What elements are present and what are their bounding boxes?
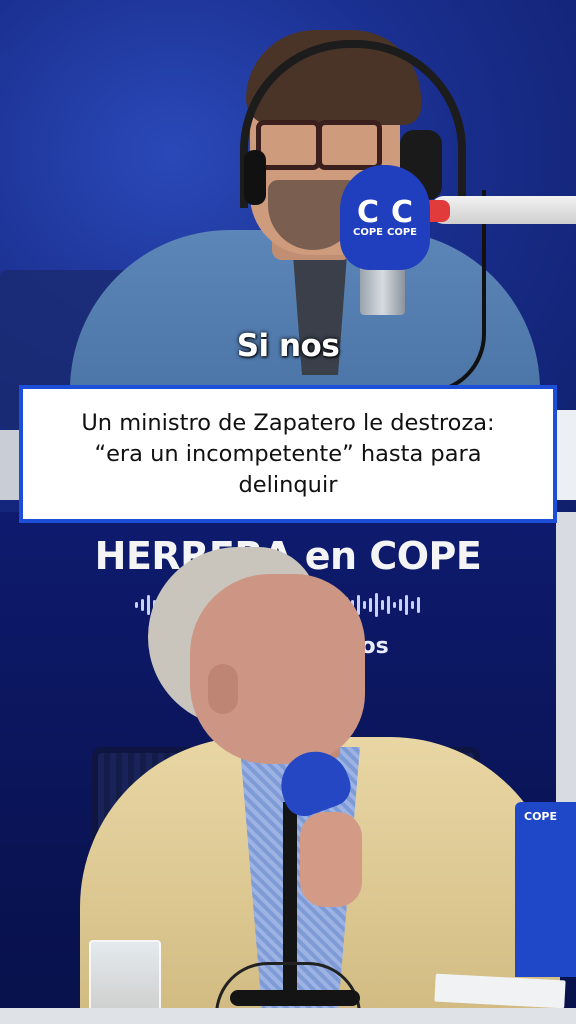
waveform-bar <box>393 602 396 608</box>
headline-text: Un ministro de Zapatero le destroza: “er… <box>67 408 508 501</box>
laptop-screen <box>515 802 576 977</box>
headphones-left-cup <box>244 150 266 205</box>
waveform-bar <box>141 599 144 611</box>
waveform-bar <box>381 600 384 610</box>
waveform-bar <box>399 599 402 611</box>
microphone-boom-arm <box>430 196 576 224</box>
headline-box: Un ministro de Zapatero le destroza: “er… <box>19 385 557 523</box>
mic-logo-text: COPE <box>387 226 417 238</box>
laptop-cope-logo: COPE <box>524 810 557 823</box>
frame-edge-left <box>0 430 20 500</box>
waveform-bar <box>405 595 408 615</box>
cope-logo-icon: C COPE <box>353 194 383 238</box>
studio-desk <box>0 1008 576 1024</box>
headline-line-2: “era un incompetente” hasta para <box>94 440 482 467</box>
waveform-bar <box>417 597 420 613</box>
headline-line-1: Un ministro de Zapatero le destroza: <box>81 409 495 436</box>
mic-logo-text: COPE <box>353 226 383 238</box>
guest-ear <box>208 664 238 714</box>
guest-hand <box>300 812 362 907</box>
guest-microphone-base <box>230 990 360 1006</box>
waveform-bar <box>363 601 366 609</box>
waveform-bar <box>375 593 378 617</box>
studio-pillar <box>556 512 576 812</box>
bottom-video-panel: HERRERA en COPE tos COPE <box>0 512 576 1024</box>
waveform-bar <box>387 596 390 614</box>
microphone-windscreen: C COPE C COPE <box>340 165 430 270</box>
cope-logo-icon: C COPE <box>387 194 417 238</box>
waveform-bar <box>135 602 138 608</box>
subtitle-caption: Si nos <box>236 328 340 364</box>
waveform-bar <box>147 595 150 615</box>
waveform-bar <box>411 601 414 609</box>
waveform-bar <box>369 598 372 612</box>
headline-line-3: delinquir <box>238 471 338 498</box>
